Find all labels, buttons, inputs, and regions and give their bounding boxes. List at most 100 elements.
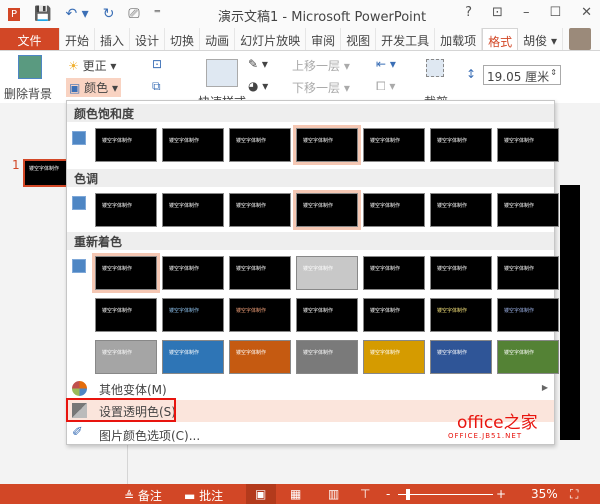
- color-preset-2-0-3[interactable]: 镂空字体制作: [296, 256, 358, 290]
- zoom-level[interactable]: 35%: [531, 487, 558, 501]
- normal-view-button[interactable]: ▣: [246, 484, 276, 504]
- tab-4[interactable]: 切换: [165, 28, 201, 50]
- color-preset-2-2-5[interactable]: 镂空字体制作: [430, 340, 492, 374]
- quick-styles-icon[interactable]: [206, 59, 238, 87]
- color-preset-2-0-2[interactable]: 镂空字体制作: [229, 256, 291, 290]
- avatar[interactable]: [569, 28, 592, 50]
- color-preset-1-0-0[interactable]: 镂空字体制作: [95, 193, 157, 227]
- maximize-button[interactable]: ☐: [549, 5, 561, 20]
- color-preset-1-0-5[interactable]: 镂空字体制作: [430, 193, 492, 227]
- close-button[interactable]: ✕: [581, 5, 592, 20]
- comments-button[interactable]: ▬ 批注: [184, 487, 223, 504]
- picture-effects-icon[interactable]: ◕ ▾: [248, 79, 268, 93]
- more-variations-item[interactable]: 其他变体(M) ▶: [67, 378, 554, 400]
- height-input[interactable]: 19.05 厘米 ⇕: [483, 65, 561, 85]
- color-preset-2-1-4[interactable]: 镂空字体制作: [363, 298, 425, 332]
- color-preset-2-1-0[interactable]: 镂空字体制作: [95, 298, 157, 332]
- tab-1[interactable]: 开始: [60, 28, 96, 50]
- tab-12[interactable]: 胡俊 ▾: [518, 28, 564, 50]
- group-icon[interactable]: ⧠ ▾: [376, 79, 395, 94]
- status-bar: ≜ 备注 ▬ 批注 ▣ ▦ ▥ ⊤ - + 35% ⛶: [0, 484, 600, 504]
- tab-11[interactable]: 格式: [482, 28, 519, 50]
- save-icon[interactable]: 💾: [34, 6, 51, 22]
- zoom-out-button[interactable]: -: [386, 487, 390, 501]
- preset-text: 镂空字体制作: [169, 138, 200, 144]
- picture-border-icon[interactable]: ✎ ▾: [248, 57, 268, 71]
- compress-pictures-icon[interactable]: ⊡: [152, 57, 162, 71]
- preset-text: 镂空字体制作: [169, 203, 200, 209]
- height-spinner[interactable]: ⇕: [550, 68, 557, 77]
- color-preset-2-1-6[interactable]: 镂空字体制作: [497, 298, 559, 332]
- corrections-button[interactable]: ☀ 更正 ▾: [68, 57, 116, 74]
- preset-text: 镂空字体制作: [504, 203, 535, 209]
- color-preset-0-0-6[interactable]: 镂空字体制作: [497, 128, 559, 162]
- color-preset-2-1-1[interactable]: 镂空字体制作: [162, 298, 224, 332]
- color-preset-2-1-2[interactable]: 镂空字体制作: [229, 298, 291, 332]
- tab-6[interactable]: 幻灯片放映: [235, 28, 307, 50]
- tab-3[interactable]: 设计: [130, 28, 166, 50]
- tab-10[interactable]: 加载项: [435, 28, 483, 50]
- color-preset-2-2-3[interactable]: 镂空字体制作: [296, 340, 358, 374]
- preset-text: 镂空字体制作: [303, 203, 334, 209]
- color-preset-grid: 镂空字体制作 镂空字体制作 镂空字体制作 镂空字体制作 镂空字体制作 镂空字体制作 镂空字体…: [95, 190, 559, 230]
- notes-button[interactable]: ≜ 备注: [124, 487, 162, 504]
- slide-picture[interactable]: [560, 185, 580, 440]
- tab-2[interactable]: 插入: [95, 28, 131, 50]
- color-preset-1-0-2[interactable]: 镂空字体制作: [229, 193, 291, 227]
- tab-5[interactable]: 动画: [200, 28, 236, 50]
- zoom-in-button[interactable]: +: [496, 487, 506, 501]
- color-preset-2-0-6[interactable]: 镂空字体制作: [497, 256, 559, 290]
- color-preset-2-1-3[interactable]: 镂空字体制作: [296, 298, 358, 332]
- zoom-slider-thumb[interactable]: [406, 489, 410, 500]
- send-backward-button[interactable]: 下移一层 ▾: [292, 79, 350, 96]
- remove-background-button[interactable]: 删除背景: [4, 85, 52, 102]
- fit-to-window-icon[interactable]: ⛶: [570, 487, 578, 502]
- color-button[interactable]: ▣ 颜色 ▾: [66, 78, 122, 97]
- change-picture-icon[interactable]: ⧉: [152, 79, 161, 94]
- height-icon: ↕: [466, 67, 477, 81]
- slideshow-icon[interactable]: ⎚: [128, 6, 139, 22]
- tab-7[interactable]: 审阅: [306, 28, 342, 50]
- preset-text: 镂空字体制作: [236, 350, 267, 356]
- tab-0[interactable]: 文件: [0, 28, 60, 50]
- color-preset-1-0-4[interactable]: 镂空字体制作: [363, 193, 425, 227]
- color-preset-2-0-0[interactable]: 镂空字体制作: [92, 253, 160, 293]
- bring-forward-button[interactable]: 上移一层 ▾: [292, 57, 350, 74]
- color-preset-2-2-1[interactable]: 镂空字体制作: [162, 340, 224, 374]
- tab-9[interactable]: 开发工具: [376, 28, 436, 50]
- redo-icon[interactable]: ↻: [103, 6, 115, 22]
- undo-icon[interactable]: ↶ ▾: [65, 6, 88, 22]
- color-preset-2-2-6[interactable]: 镂空字体制作: [497, 340, 559, 374]
- align-icon[interactable]: ⇤ ▾: [376, 57, 396, 71]
- crop-icon[interactable]: [426, 59, 444, 77]
- highlight-box: [66, 398, 176, 422]
- color-preset-2-1-5[interactable]: 镂空字体制作: [430, 298, 492, 332]
- minimize-button[interactable]: –: [523, 5, 530, 20]
- color-preset-1-0-1[interactable]: 镂空字体制作: [162, 193, 224, 227]
- color-preset-1-0-3[interactable]: 镂空字体制作: [293, 190, 361, 230]
- zoom-slider[interactable]: [398, 494, 493, 495]
- title-bar: P 💾 ↶ ▾ ↻ ⎚ ⁼ 演示文稿1 - Microsoft PowerPoi…: [0, 0, 600, 28]
- slideshow-button[interactable]: ⊤: [360, 487, 370, 501]
- tab-8[interactable]: 视图: [341, 28, 377, 50]
- color-preset-2-0-1[interactable]: 镂空字体制作: [162, 256, 224, 290]
- color-preset-2-2-4[interactable]: 镂空字体制作: [363, 340, 425, 374]
- customize-qat-icon[interactable]: ⁼: [154, 6, 161, 22]
- color-preset-0-0-5[interactable]: 镂空字体制作: [430, 128, 492, 162]
- color-preset-2-2-2[interactable]: 镂空字体制作: [229, 340, 291, 374]
- reading-view-button[interactable]: ▥: [328, 487, 339, 501]
- slide-sorter-button[interactable]: ▦: [290, 487, 301, 501]
- help-button[interactable]: ?: [465, 5, 472, 20]
- ribbon-display-button[interactable]: ⊡: [492, 5, 503, 20]
- color-preset-0-0-0[interactable]: 镂空字体制作: [95, 128, 157, 162]
- color-preset-2-0-5[interactable]: 镂空字体制作: [430, 256, 492, 290]
- color-preset-0-0-4[interactable]: 镂空字体制作: [363, 128, 425, 162]
- section-header: 重新着色: [67, 232, 554, 250]
- color-preset-0-0-1[interactable]: 镂空字体制作: [162, 128, 224, 162]
- color-preset-2-0-4[interactable]: 镂空字体制作: [363, 256, 425, 290]
- color-preset-1-0-6[interactable]: 镂空字体制作: [497, 193, 559, 227]
- color-preset-0-0-3[interactable]: 镂空字体制作: [293, 125, 361, 165]
- preset-text: 镂空字体制作: [236, 308, 267, 314]
- color-preset-0-0-2[interactable]: 镂空字体制作: [229, 128, 291, 162]
- color-preset-2-2-0[interactable]: 镂空字体制作: [95, 340, 157, 374]
